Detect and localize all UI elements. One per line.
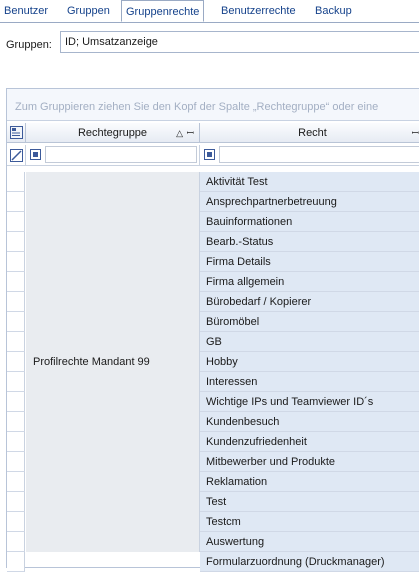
group-label: Gruppen: xyxy=(6,39,52,51)
row-indicator[interactable] xyxy=(7,372,25,392)
row-indicator[interactable] xyxy=(7,292,25,312)
right-cell[interactable]: Büromöbel xyxy=(200,312,419,332)
group-name: Profilrechte Mandant 99 xyxy=(33,356,150,368)
right-cell[interactable]: Testcm xyxy=(200,512,419,532)
right-cell[interactable]: Firma Details xyxy=(200,252,419,272)
pin-icon[interactable]: ꟷ xyxy=(187,123,194,143)
group-cell[interactable]: Profilrechte Mandant 99 xyxy=(26,172,200,552)
filter-operator-icon[interactable] xyxy=(204,149,215,160)
column-chooser-button[interactable] xyxy=(7,123,26,143)
row-indicator[interactable] xyxy=(7,392,25,412)
tab-benutzerrechte[interactable]: Benutzerrechte xyxy=(221,2,296,21)
right-cell[interactable]: GB xyxy=(200,332,419,352)
row-indicator[interactable] xyxy=(7,172,25,192)
right-cell[interactable]: Bauinformationen xyxy=(200,212,419,232)
row-indicator[interactable] xyxy=(7,492,25,512)
row-indicator[interactable] xyxy=(7,512,25,532)
row-indicator[interactable] xyxy=(7,352,25,372)
right-cell[interactable]: Test xyxy=(200,492,419,512)
right-cell[interactable]: Bürobedarf / Kopierer xyxy=(200,292,419,312)
row-indicator[interactable] xyxy=(7,192,25,212)
right-cell[interactable]: Hobby xyxy=(200,352,419,372)
row-indicator[interactable] xyxy=(7,212,25,232)
tab-gruppenrechte[interactable]: Gruppenrechte xyxy=(121,0,205,22)
column-header-label: Recht xyxy=(298,127,327,139)
row-indicator[interactable] xyxy=(7,332,25,352)
right-cell[interactable]: Ansprechpartnerbetreuung xyxy=(200,192,419,212)
tab-benutzer[interactable]: Benutzer xyxy=(4,2,48,21)
row-indicator[interactable] xyxy=(7,312,25,332)
filter-input-recht[interactable] xyxy=(219,146,419,163)
row-indicator[interactable] xyxy=(7,232,25,252)
column-chooser-icon xyxy=(10,126,23,139)
right-cell[interactable]: Firma allgemein xyxy=(200,272,419,292)
filter-cell-rechtegruppe xyxy=(26,145,200,166)
row-indicator[interactable] xyxy=(7,252,25,272)
right-cell[interactable]: Formularzuordnung (Druckmanager) xyxy=(200,552,419,572)
sort-asc-icon: △ xyxy=(176,128,183,138)
right-cell[interactable]: Interessen xyxy=(200,372,419,392)
column-header-rechtegruppe[interactable]: Rechtegruppe △ ꟷ xyxy=(26,123,200,143)
filter-cell-recht xyxy=(200,145,419,166)
right-cell[interactable]: Kundenbesuch xyxy=(200,412,419,432)
right-cell[interactable]: Mitbewerber und Produkte xyxy=(200,452,419,472)
filter-input-rechtegruppe[interactable] xyxy=(45,146,197,163)
filter-clear-button[interactable] xyxy=(7,145,26,166)
row-indicator[interactable] xyxy=(7,532,25,552)
row-indicator[interactable] xyxy=(7,272,25,292)
right-cell[interactable]: Bearb.-Status xyxy=(200,232,419,252)
right-cell[interactable]: Auswertung xyxy=(200,532,419,552)
row-indicator[interactable] xyxy=(7,552,25,572)
right-cell[interactable]: Kundenzufriedenheit xyxy=(200,432,419,452)
tab-gruppen[interactable]: Gruppen xyxy=(67,2,110,21)
filter-operator-icon[interactable] xyxy=(30,149,41,160)
column-header-label: Rechtegruppe xyxy=(77,127,148,139)
filter-clear-icon xyxy=(10,149,23,162)
groupby-panel[interactable]: Zum Gruppieren ziehen Sie den Kopf der S… xyxy=(7,89,419,121)
group-select[interactable]: ID; Umsatzanzeige xyxy=(60,31,419,53)
row-indicator[interactable] xyxy=(7,432,25,452)
right-cell[interactable]: Reklamation xyxy=(200,472,419,492)
rights-grid: Zum Gruppieren ziehen Sie den Kopf der S… xyxy=(6,88,419,572)
row-indicator[interactable] xyxy=(7,412,25,432)
row-indicator[interactable] xyxy=(7,452,25,472)
column-header-recht[interactable]: Recht ꟷ xyxy=(200,123,419,143)
right-cell[interactable]: Aktivität Test xyxy=(200,172,419,192)
right-cell[interactable]: Wichtige IPs und Teamviewer ID´s xyxy=(200,392,419,412)
row-indicator[interactable] xyxy=(7,472,25,492)
tab-bar: Benutzer Gruppen Gruppenrechte Benutzerr… xyxy=(0,0,419,23)
tab-backup[interactable]: Backup xyxy=(315,2,352,21)
pin-icon[interactable]: ꟷ xyxy=(412,123,419,143)
